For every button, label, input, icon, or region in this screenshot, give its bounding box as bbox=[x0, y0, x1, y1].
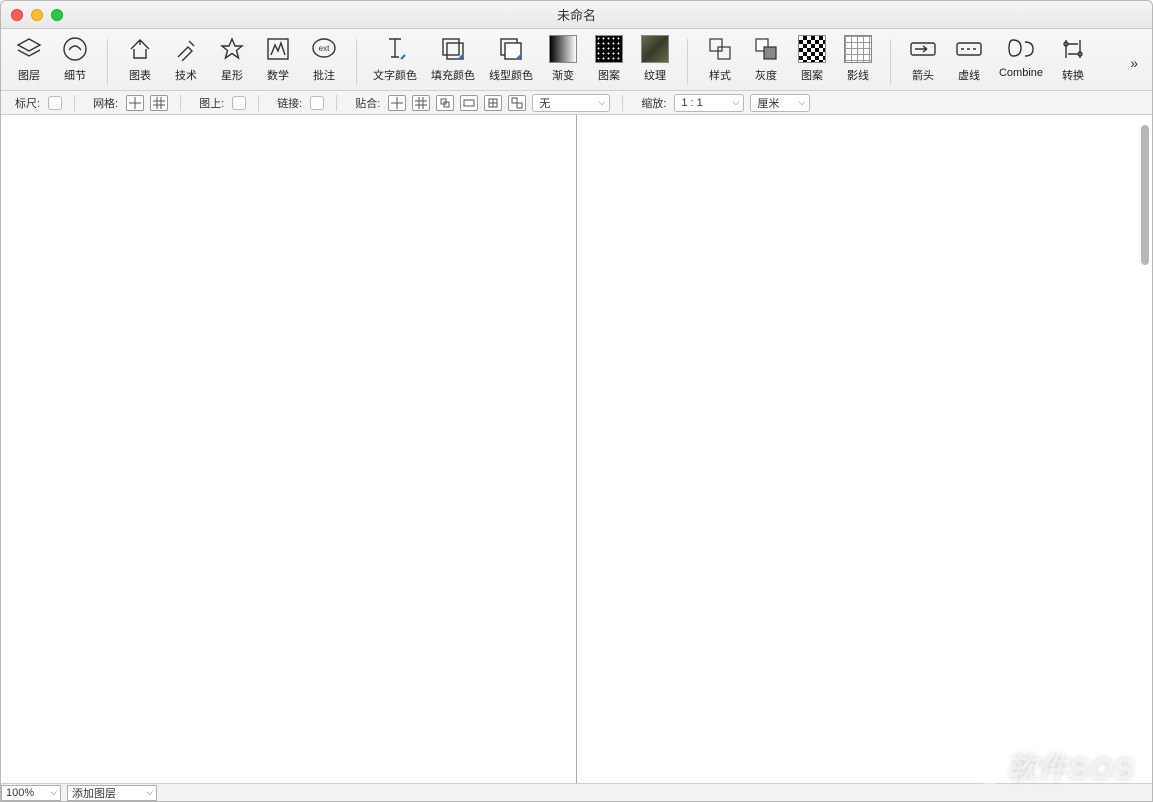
snap-edge-button[interactable] bbox=[460, 95, 478, 111]
convert-button[interactable]: 转换 bbox=[1053, 35, 1093, 83]
separator bbox=[356, 39, 357, 85]
text-color-button[interactable]: 文字颜色 bbox=[369, 35, 421, 83]
math-icon bbox=[264, 35, 292, 63]
chart-button[interactable]: 图表 bbox=[120, 35, 160, 83]
canvas-area[interactable] bbox=[1, 115, 1152, 783]
grid-label: 网格: bbox=[93, 95, 118, 111]
annotate-icon: ext bbox=[310, 35, 338, 63]
link-checkbox[interactable] bbox=[310, 96, 324, 110]
snap-intersect-button[interactable] bbox=[508, 95, 526, 111]
pattern-button[interactable]: 图案 bbox=[589, 35, 629, 83]
onimage-label: 图上: bbox=[199, 95, 224, 111]
vertical-scrollbar[interactable] bbox=[1141, 119, 1151, 779]
details-icon bbox=[61, 35, 89, 63]
maximize-window-button[interactable] bbox=[51, 9, 63, 21]
dash-button[interactable]: 虚线 bbox=[949, 35, 989, 83]
tools-icon bbox=[172, 35, 200, 63]
separator bbox=[687, 39, 688, 85]
add-layer-dropdown[interactable]: 添加图层 bbox=[67, 785, 157, 801]
layers-icon bbox=[15, 35, 43, 63]
grayscale-icon bbox=[752, 35, 780, 63]
technique-button[interactable]: 技术 bbox=[166, 35, 206, 83]
pattern2-button[interactable]: 图案 bbox=[792, 35, 832, 83]
zoom-status-dropdown[interactable]: 100% bbox=[1, 785, 61, 801]
link-label: 链接: bbox=[277, 95, 302, 111]
status-bar: 100% 添加图层 bbox=[1, 783, 1152, 801]
fill-color-button[interactable]: 填充颜色 bbox=[427, 35, 479, 83]
main-toolbar: 图层 细节 图表 技术 星形 数学 bbox=[1, 29, 1152, 91]
house-icon bbox=[126, 35, 154, 63]
grid-dense-button[interactable] bbox=[150, 95, 168, 111]
hatch-button[interactable]: 影线 bbox=[838, 35, 878, 83]
snap-obj-button[interactable] bbox=[436, 95, 454, 111]
snap-grid2-button[interactable] bbox=[412, 95, 430, 111]
separator bbox=[890, 39, 891, 85]
grid-simple-button[interactable] bbox=[126, 95, 144, 111]
texture-button[interactable]: 纹理 bbox=[635, 35, 675, 83]
snap-label: 贴合: bbox=[355, 95, 380, 111]
star-button[interactable]: 星形 bbox=[212, 35, 252, 83]
separator bbox=[107, 39, 108, 85]
style-button[interactable]: 样式 bbox=[700, 35, 740, 83]
style-icon bbox=[706, 35, 734, 63]
pattern-icon bbox=[595, 35, 623, 63]
details-button[interactable]: 细节 bbox=[55, 35, 95, 83]
ruler-label: 标尺: bbox=[15, 95, 40, 111]
layers-button[interactable]: 图层 bbox=[9, 35, 49, 83]
traffic-lights bbox=[11, 9, 63, 21]
window-title: 未命名 bbox=[557, 5, 596, 24]
svg-text:ext: ext bbox=[319, 44, 330, 53]
dash-icon bbox=[955, 35, 983, 63]
combine-icon bbox=[1007, 35, 1035, 63]
toolbar-overflow-button[interactable]: » bbox=[1130, 55, 1138, 71]
hatch-icon bbox=[844, 35, 872, 63]
onimage-checkbox[interactable] bbox=[232, 96, 246, 110]
snap-center-button[interactable] bbox=[484, 95, 502, 111]
arrow-button[interactable]: 箭头 bbox=[903, 35, 943, 83]
zoom-label: 缩放: bbox=[641, 95, 666, 111]
right-canvas-pane[interactable] bbox=[577, 115, 1152, 783]
minimize-window-button[interactable] bbox=[31, 9, 43, 21]
checker-icon bbox=[798, 35, 826, 63]
annotate-button[interactable]: ext 批注 bbox=[304, 35, 344, 83]
combine-button[interactable]: Combine bbox=[995, 35, 1047, 83]
titlebar: 未命名 bbox=[1, 1, 1152, 29]
snap-grid1-button[interactable] bbox=[388, 95, 406, 111]
ruler-checkbox[interactable] bbox=[48, 96, 62, 110]
gradient-icon bbox=[549, 35, 577, 63]
zoom-dropdown[interactable]: 1 : 1 bbox=[674, 94, 744, 112]
app-window: 未命名 图层 细节 图表 技术 bbox=[0, 0, 1153, 802]
convert-icon bbox=[1059, 35, 1087, 63]
grayscale-button[interactable]: 灰度 bbox=[746, 35, 786, 83]
options-bar: 标尺: 网格: 图上: 链接: 贴合: 无 缩放: 1 : 1 厘米 bbox=[1, 91, 1152, 115]
unit-dropdown[interactable]: 厘米 bbox=[750, 94, 810, 112]
close-window-button[interactable] bbox=[11, 9, 23, 21]
star-icon bbox=[218, 35, 246, 63]
line-color-button[interactable]: 线型颜色 bbox=[485, 35, 537, 83]
text-color-icon bbox=[381, 35, 409, 63]
arrow-icon bbox=[909, 35, 937, 63]
line-color-icon bbox=[497, 35, 525, 63]
left-canvas-pane[interactable] bbox=[1, 115, 577, 783]
snap-dropdown[interactable]: 无 bbox=[532, 94, 610, 112]
gradient-button[interactable]: 渐变 bbox=[543, 35, 583, 83]
texture-icon bbox=[641, 35, 669, 63]
math-button[interactable]: 数学 bbox=[258, 35, 298, 83]
fill-color-icon bbox=[439, 35, 467, 63]
